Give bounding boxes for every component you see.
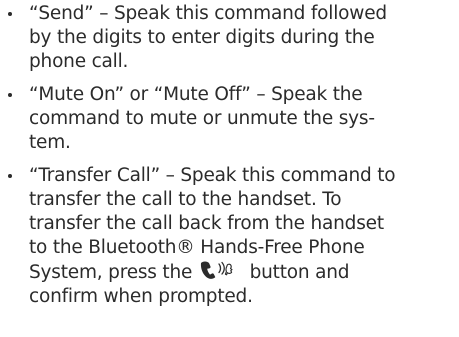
manual-page: “Send” – Speak this command followed by … — [0, 0, 459, 337]
bullet-point — [8, 12, 12, 16]
item-text-line: transfer the call back from the handset — [29, 213, 384, 234]
post-icon-text: button and — [249, 262, 350, 283]
item-text-line: “Transfer Call” – Speak this command to — [29, 165, 396, 186]
list-item-transfer-call: “Transfer Call” – Speak this command to … — [4, 164, 444, 309]
voice-command-list: “Send” – Speak this command followed by … — [4, 2, 444, 318]
item-text-line: confirm when prompted. — [29, 286, 253, 307]
bullet-point — [8, 174, 12, 178]
list-item-send: “Send” – Speak this command followed by … — [4, 2, 444, 74]
item-text-line: “Mute On” or “Mute Off” – Speak the — [29, 84, 363, 105]
item-text-line: to the Bluetooth® Hands-Free Phone — [29, 237, 365, 258]
item-text-line: tem. — [29, 132, 71, 153]
pre-icon-text: System, press the — [29, 262, 193, 283]
item-text-line: command to mute or unmute the sys- — [29, 108, 375, 129]
item-text-line: transfer the call to the handset. To — [29, 189, 342, 210]
bullet-point — [8, 93, 12, 97]
list-item-mute: “Mute On” or “Mute Off” – Speak the comm… — [4, 83, 444, 155]
item-text-line: phone call. — [29, 51, 129, 72]
item-text-line: by the digits to enter digits during the — [29, 27, 375, 48]
item-text-line-with-icon: System, press the button and — [29, 260, 444, 285]
phone-voice-icon — [200, 261, 233, 279]
item-text-line: “Send” – Speak this command followed — [29, 3, 387, 24]
